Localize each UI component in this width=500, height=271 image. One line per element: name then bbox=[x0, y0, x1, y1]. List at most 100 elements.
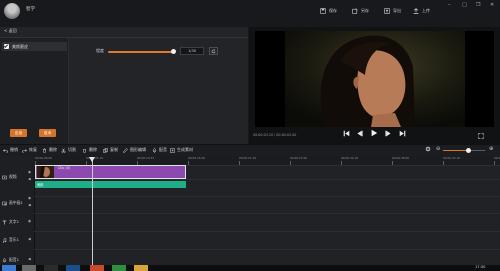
generate-material-button[interactable]: 生成素材 bbox=[170, 147, 193, 153]
cut-icon bbox=[61, 147, 66, 153]
playhead[interactable] bbox=[92, 158, 93, 271]
graphic-edit-label: 图形编辑 bbox=[130, 147, 146, 152]
track-voice[interactable]: 配音1 bbox=[2, 257, 19, 263]
taskbar-app[interactable] bbox=[22, 265, 36, 271]
save-button[interactable]: 保存 bbox=[320, 8, 337, 14]
track-mute-icon[interactable]: ◀ bbox=[28, 203, 31, 207]
taskbar-app[interactable] bbox=[44, 265, 58, 271]
user-name: 智学 bbox=[26, 7, 35, 12]
previous-icon[interactable] bbox=[343, 130, 350, 137]
close-icon[interactable]: ✕ bbox=[490, 2, 494, 8]
start-button[interactable] bbox=[2, 265, 16, 271]
ruler-tick-label: 00:00:16.00 bbox=[188, 156, 206, 160]
upload-button[interactable]: 上传 bbox=[413, 8, 430, 14]
taskbar-app[interactable] bbox=[134, 265, 148, 271]
copy-label: 复制 bbox=[110, 147, 118, 152]
step-back-icon[interactable] bbox=[356, 130, 363, 137]
ruler-tick-label: 00:00:21.16 bbox=[239, 156, 257, 160]
ruler-tick bbox=[239, 161, 240, 165]
minimize-icon[interactable]: – bbox=[448, 2, 451, 8]
generate-icon bbox=[170, 147, 175, 153]
track-lock-icon[interactable]: ◉ bbox=[28, 219, 31, 223]
play-icon[interactable] bbox=[370, 129, 378, 137]
avatar[interactable] bbox=[4, 3, 20, 19]
video-track-icon bbox=[2, 175, 7, 179]
zoom-slider-fill bbox=[443, 150, 467, 151]
effect-checkbox[interactable] bbox=[4, 44, 9, 49]
fullscreen-icon[interactable] bbox=[478, 133, 484, 139]
text-track-icon bbox=[2, 220, 7, 224]
lane-divider bbox=[34, 213, 500, 214]
music-track-icon bbox=[2, 237, 7, 243]
ruler-tick bbox=[341, 161, 342, 165]
strength-slider-handle[interactable] bbox=[171, 49, 176, 54]
redo-icon bbox=[22, 148, 27, 153]
undo-button[interactable]: 撤销 bbox=[3, 147, 18, 153]
ruler-tick bbox=[188, 161, 189, 165]
save-as-icon bbox=[352, 8, 358, 14]
save-icon bbox=[320, 8, 326, 14]
lane-divider bbox=[34, 196, 500, 197]
taskbar-app[interactable] bbox=[90, 265, 104, 271]
copy-button[interactable]: 复制 bbox=[103, 147, 118, 153]
track-mute-icon[interactable]: ◀ bbox=[28, 257, 31, 261]
track-music[interactable]: 音乐1 bbox=[2, 237, 19, 243]
redo-button[interactable]: 恢复 bbox=[22, 147, 37, 153]
generate-material-label: 生成素材 bbox=[177, 147, 193, 152]
track-lock-icon[interactable]: ◉ bbox=[28, 170, 31, 174]
ruler-tick bbox=[290, 161, 291, 165]
save-as-button[interactable]: 另存 bbox=[352, 8, 369, 14]
playhead-handle[interactable] bbox=[89, 157, 95, 162]
effect-item-beauty[interactable]: 美颜磨皮 bbox=[2, 42, 67, 51]
track-mute-icon[interactable]: ◀ bbox=[28, 177, 31, 181]
reset-button[interactable] bbox=[209, 47, 218, 55]
ruler-tick bbox=[392, 161, 393, 165]
upload-label: 上传 bbox=[422, 8, 430, 13]
track-lock-icon[interactable]: ◉ bbox=[28, 196, 31, 200]
lane-divider bbox=[34, 249, 500, 250]
effect-clip[interactable] bbox=[35, 181, 186, 188]
track-voice-label: 配音1 bbox=[9, 257, 20, 262]
voice-track-icon bbox=[2, 257, 7, 262]
delete-clip-button[interactable]: 删除 bbox=[82, 147, 97, 153]
pip-track-icon bbox=[2, 201, 7, 205]
strength-slider[interactable] bbox=[108, 51, 174, 53]
redo-label: 恢复 bbox=[29, 147, 37, 152]
cancel-button[interactable]: 取消 bbox=[39, 129, 56, 137]
taskbar-app[interactable] bbox=[66, 265, 80, 271]
ruler-tick bbox=[494, 161, 495, 165]
graphic-edit-button[interactable]: 图形编辑 bbox=[123, 147, 146, 153]
apply-button[interactable]: 应用 bbox=[10, 129, 27, 137]
track-mute-icon[interactable]: ◀ bbox=[28, 237, 31, 241]
cut-button[interactable]: 切割 bbox=[61, 147, 76, 153]
track-pip[interactable]: 画中画1 bbox=[2, 200, 23, 206]
zoom-in-icon[interactable]: ⊕ bbox=[489, 146, 493, 152]
taskbar-clock: 17:30 bbox=[475, 265, 486, 269]
strength-value-field[interactable]: 1/30 bbox=[180, 47, 204, 55]
track-text[interactable]: 文字1 bbox=[2, 219, 19, 225]
save-as-label: 另存 bbox=[361, 8, 369, 13]
refresh-icon bbox=[211, 48, 216, 53]
lane-divider bbox=[34, 231, 500, 232]
delete-icon bbox=[43, 148, 46, 153]
zoom-slider-handle[interactable] bbox=[466, 148, 471, 153]
back-link[interactable]: < 返回 bbox=[4, 28, 17, 34]
export-button[interactable]: 导出 bbox=[384, 8, 401, 14]
next-icon[interactable] bbox=[399, 130, 406, 137]
delete-clip-label: 删除 bbox=[89, 147, 97, 152]
dub-button[interactable]: 配音 bbox=[152, 147, 167, 153]
step-forward-icon[interactable] bbox=[385, 130, 392, 137]
copy-icon bbox=[103, 147, 108, 153]
clip-label: Clip (0) bbox=[58, 166, 71, 170]
maximize-icon[interactable]: □ bbox=[462, 2, 467, 8]
zoom-out-icon[interactable]: ⊖ bbox=[436, 146, 440, 152]
settings-icon[interactable] bbox=[425, 146, 431, 152]
taskbar-app[interactable] bbox=[112, 265, 126, 271]
export-label: 导出 bbox=[393, 8, 401, 13]
cut-label: 切割 bbox=[68, 147, 76, 152]
restore-icon[interactable]: ❐ bbox=[476, 2, 480, 8]
delete-button[interactable]: 删除 bbox=[42, 147, 57, 153]
track-text-label: 文字1 bbox=[9, 219, 20, 224]
track-video[interactable]: 视频 bbox=[2, 174, 17, 180]
effect-clip-label: 美颜 bbox=[37, 183, 44, 187]
